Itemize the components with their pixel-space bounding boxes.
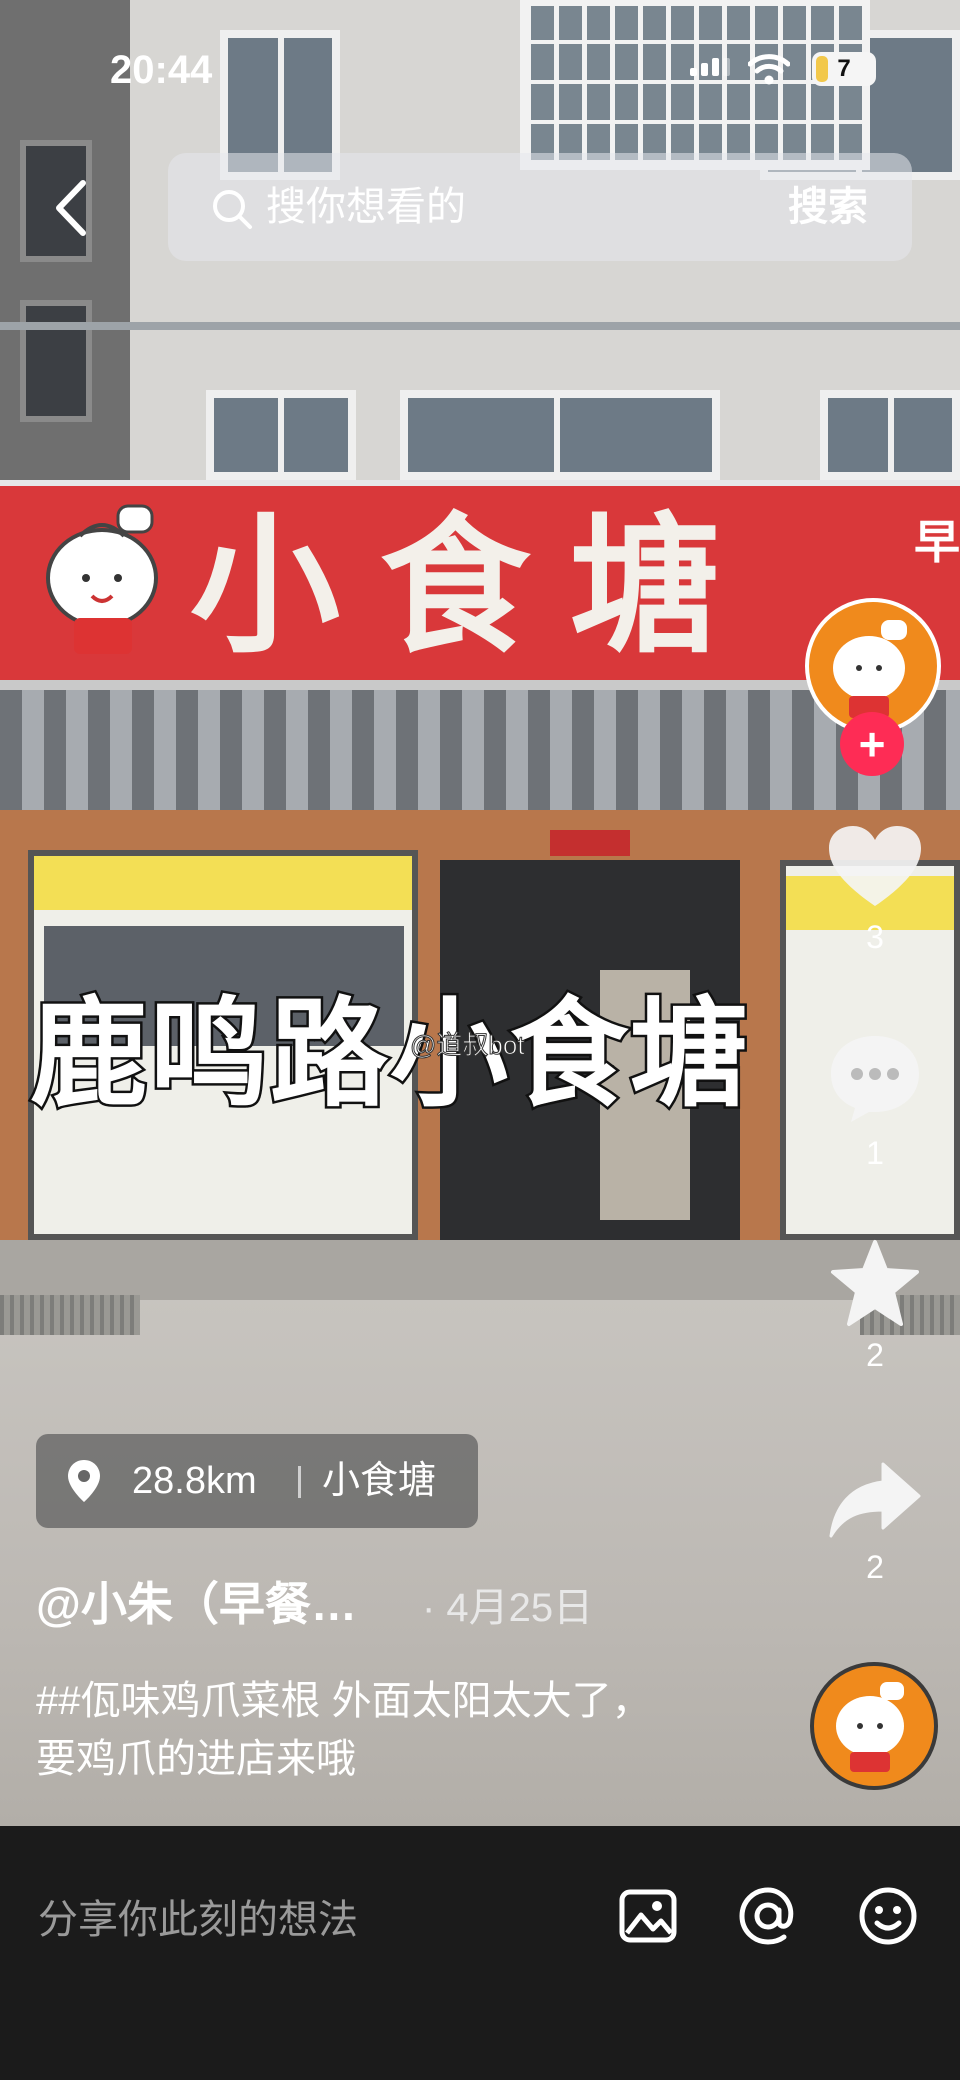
location-pin-icon — [68, 1460, 100, 1502]
like-count: 3 — [866, 919, 884, 955]
video-watermark: @道叔bot — [410, 1030, 526, 1061]
favorite-button[interactable]: 2 — [800, 1238, 950, 1374]
image-button[interactable] — [616, 1884, 680, 1948]
search-button[interactable]: 搜索 — [788, 179, 868, 235]
bun-mascot-icon — [833, 620, 907, 718]
post-description[interactable]: ##佤味鸡爪菜根 外面太阳太大了，要鸡爪的进店来哦 — [36, 1672, 676, 1788]
wall-pipe — [0, 322, 960, 330]
location-distance: 28.8km — [132, 1460, 257, 1502]
search-bar[interactable]: 搜你想看的 搜索 — [168, 153, 912, 261]
at-sign-icon — [739, 1887, 794, 1945]
search-icon — [213, 190, 252, 229]
emoji-button[interactable] — [856, 1884, 920, 1948]
status-time: 20:44 — [110, 48, 213, 92]
bun-mascot-icon — [46, 504, 158, 654]
chevron-left-icon — [56, 180, 86, 236]
author-name[interactable]: @小朱（早餐… — [36, 1576, 357, 1632]
comment-count: 1 — [866, 1135, 884, 1171]
share-button[interactable]: 2 — [800, 1460, 950, 1586]
share-count: 2 — [866, 1549, 884, 1585]
heart-icon — [829, 826, 921, 906]
comment-bubble-icon — [831, 1036, 919, 1122]
tile-roof — [0, 690, 960, 824]
comment-bar: 分享你此刻的想法 — [0, 1826, 960, 2080]
video-overlay-title: 鹿鸣路小食塘 — [27, 988, 751, 1123]
location-divider — [298, 1466, 301, 1498]
location-tag[interactable]: 28.8km 小食塘 — [36, 1434, 478, 1528]
music-disc[interactable] — [810, 1662, 938, 1790]
cellular-signal-icon — [690, 58, 734, 76]
search-input[interactable]: 搜你想看的 — [266, 179, 466, 235]
plus-icon: + — [858, 718, 886, 770]
share-arrow-icon — [829, 1462, 921, 1538]
comment-button[interactable]: 1 — [800, 1030, 950, 1172]
wifi-icon — [748, 54, 790, 85]
like-button[interactable]: 3 — [800, 824, 950, 956]
status-bar: 20:44 7 — [0, 0, 960, 140]
emoji-smile-icon — [859, 1887, 917, 1945]
drain-grate — [0, 1295, 140, 1335]
battery-icon: 7 — [812, 52, 876, 86]
back-button[interactable] — [42, 175, 98, 241]
favorite-count: 2 — [866, 1337, 884, 1373]
door-plaque — [550, 830, 630, 856]
follow-button[interactable]: + — [840, 712, 904, 776]
star-icon — [831, 1240, 919, 1326]
bun-mascot-icon — [836, 1682, 904, 1772]
battery-level: 7 — [837, 55, 851, 82]
location-name: 小食塘 — [322, 1460, 437, 1502]
shop-sign-text: 小食塘 — [190, 498, 761, 674]
comment-input[interactable]: 分享你此刻的想法 — [38, 1888, 358, 1952]
post-date: · 4月25日 — [422, 1586, 594, 1630]
mention-button[interactable] — [736, 1884, 800, 1948]
shop-sign-side-text: 早 — [914, 516, 960, 568]
image-icon — [619, 1889, 677, 1943]
